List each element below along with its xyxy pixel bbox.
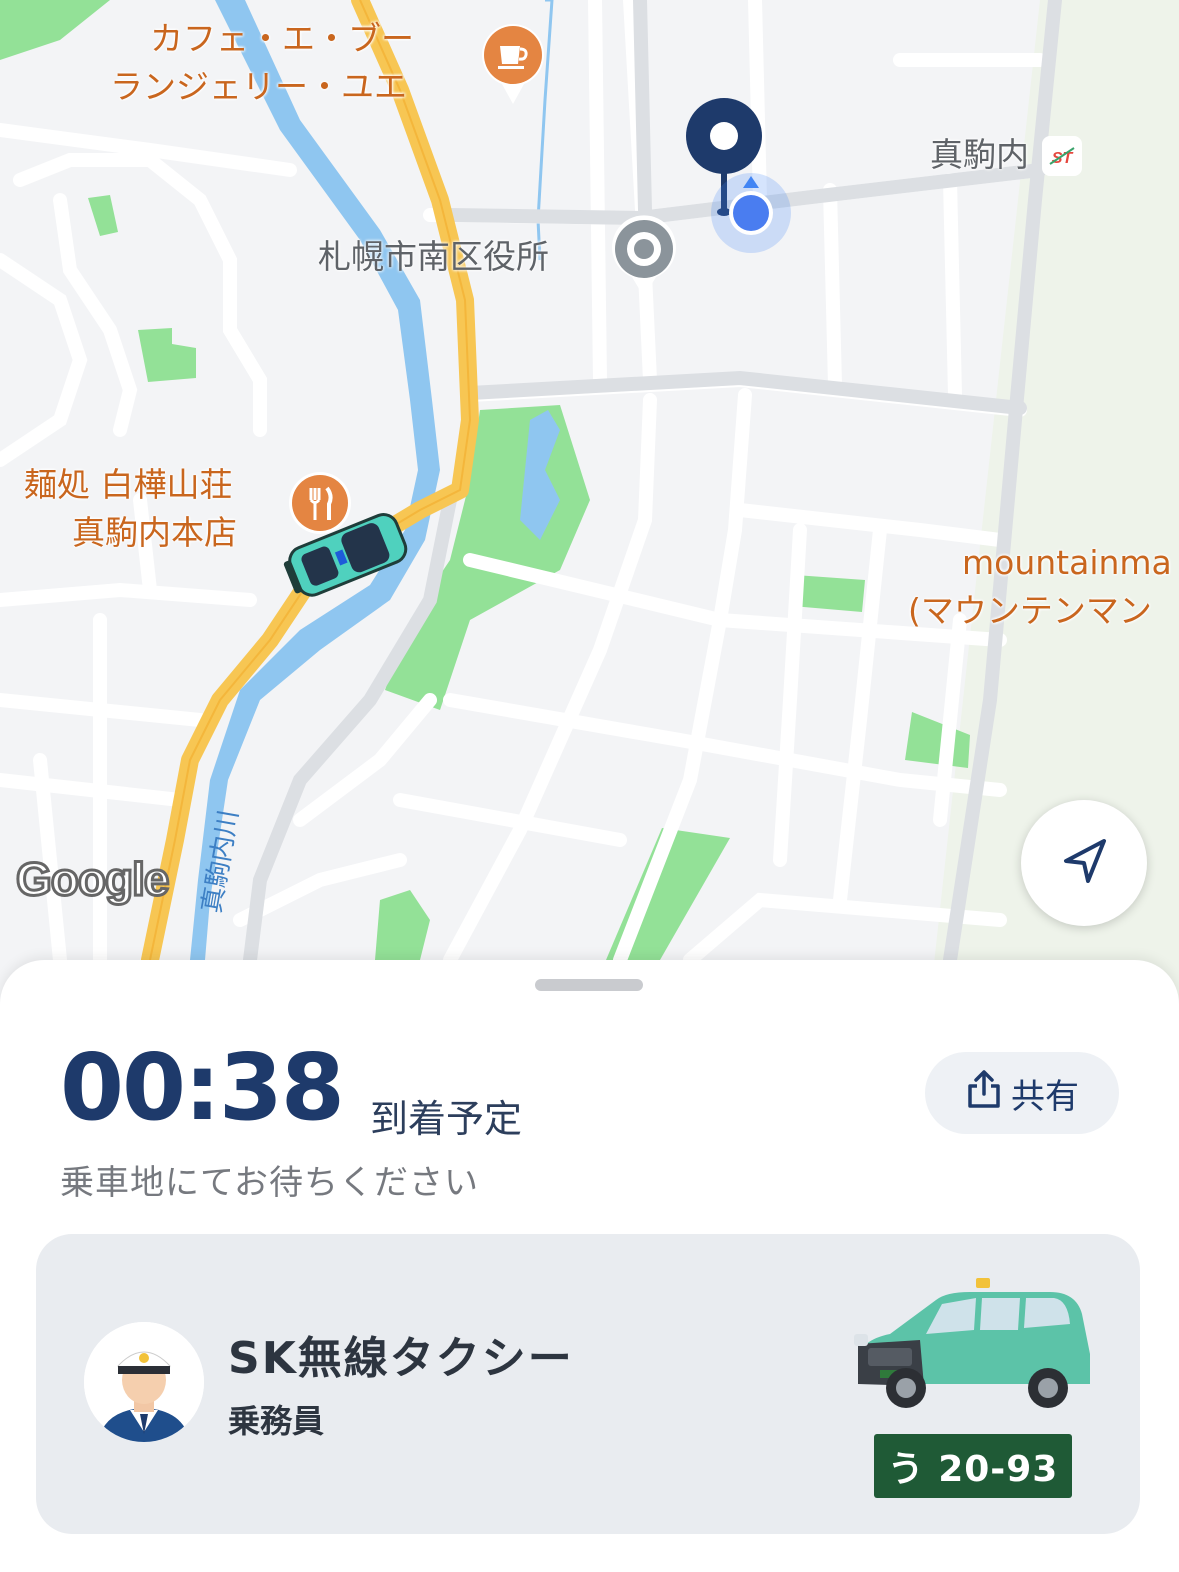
driver-avatar [84,1322,204,1442]
google-logo: Google [14,852,170,907]
map-view[interactable]: カフェ・エ・ブー ランジェリー・ユエ 麺処 白樺山荘 真駒内本店 札幌市南区役所 [0,0,1179,1000]
share-button[interactable]: 共有 [925,1052,1119,1134]
poi-restaurant-line2[interactable]: 真駒内本店 [72,512,237,553]
instruction-text: 乗車地にてお待ちください [60,1163,479,1203]
taxi-car-image [850,1274,1096,1428]
poi-office-label[interactable]: 札幌市南区役所 [318,236,549,277]
svg-text:ST: ST [1052,150,1074,167]
eta-time: 00:38 [60,1034,345,1141]
poi-cafe-label[interactable]: カフェ・エ・ブー [150,18,414,59]
poi-cafe-label-line2[interactable]: ランジェリー・ユエ [110,66,407,107]
license-plate: う 20-93 [874,1434,1072,1498]
taxi-vehicle-icon [282,508,412,602]
poi-mountain-line2[interactable]: (マウンテンマン [908,590,1152,631]
poi-cafe-line2: ランジェリー・ユエ [110,67,407,106]
recenter-button[interactable] [1021,800,1147,926]
current-location-icon [708,170,794,260]
poi-station-label[interactable]: 真駒内 [930,134,1029,175]
subway-station-icon[interactable]: ST [1040,134,1084,182]
taxi-company-name: SK無線タクシー [228,1333,574,1384]
bottom-sheet: 00:38 到着予定 乗車地にてお待ちください 共有 SK無線タクシー 乗務員 … [0,960,1179,1572]
driver-card[interactable]: SK無線タクシー 乗務員 う 20-93 [36,1234,1140,1534]
sheet-drag-handle[interactable] [535,979,643,991]
navigation-arrow-icon [1058,835,1110,891]
coffee-cup-icon[interactable] [480,22,546,110]
driver-role: 乗務員 [228,1402,325,1440]
landmark-icon[interactable] [610,215,678,303]
share-label: 共有 [1011,1076,1079,1117]
poi-restaurant-line1[interactable]: 麺処 白樺山荘 [24,464,233,505]
poi-cafe-line1: カフェ・エ・ブー [150,19,414,58]
share-icon [965,1068,1003,1119]
eta-label: 到着予定 [370,1097,523,1141]
poi-mountain-line1[interactable]: mountainma [962,542,1172,583]
